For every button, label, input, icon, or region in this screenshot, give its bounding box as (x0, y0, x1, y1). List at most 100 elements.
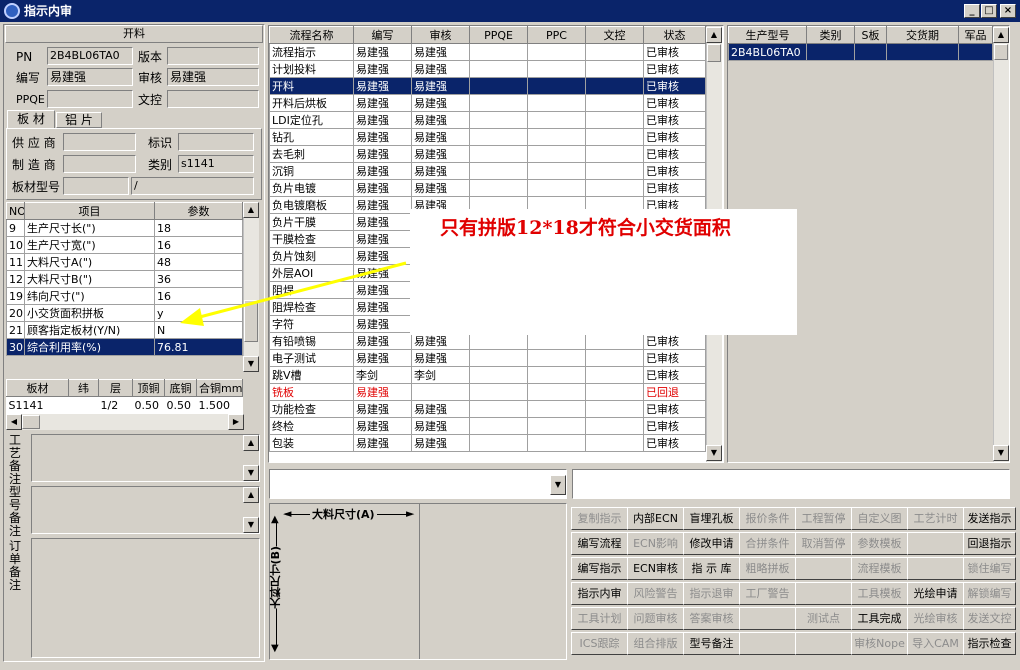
command-button[interactable] (795, 582, 852, 605)
flow-row[interactable]: 开料后烘板 易建强 易建强 已审核 (269, 94, 706, 112)
flow-row[interactable]: 铣板 易建强 已回退 (269, 383, 706, 401)
material-header-3[interactable]: 顶铜 (132, 379, 165, 397)
minimize-button[interactable]: _ (964, 4, 980, 18)
flow-row[interactable]: 包装 易建强 易建强 已审核 (269, 434, 706, 452)
command-button[interactable]: ECN审核 (627, 557, 684, 580)
param-header-item[interactable]: 项目 (24, 202, 155, 220)
material-scroll-thumb[interactable] (22, 415, 40, 429)
command-button[interactable] (795, 632, 852, 655)
tab-board[interactable]: 板 材 (7, 110, 55, 128)
flow-row[interactable]: 计划投料 易建强 易建强 已审核 (269, 60, 706, 78)
params-scroll-up[interactable]: ▲ (243, 202, 259, 218)
command-button[interactable]: 工厂警告 (739, 582, 796, 605)
command-button[interactable]: 型号备注 (683, 632, 740, 655)
command-button[interactable]: 内部ECN (627, 507, 684, 530)
command-button[interactable]: 指示退审 (683, 582, 740, 605)
order-scroll-down[interactable]: ▼ (993, 445, 1009, 461)
command-button[interactable]: 发送指示 (963, 507, 1016, 530)
command-button[interactable]: 指示内审 (571, 582, 628, 605)
command-button[interactable]: 复制指示 (571, 507, 628, 530)
version-field[interactable] (167, 47, 259, 65)
command-button[interactable]: 光绘申请 (907, 582, 964, 605)
command-button[interactable]: 指示检查 (963, 632, 1016, 655)
order-row[interactable]: 2B4BL06TA0 (728, 43, 993, 61)
command-button[interactable]: 指 示 库 (683, 557, 740, 580)
material-header-4[interactable]: 底铜 (164, 379, 197, 397)
material-header-5[interactable]: 合铜mm (196, 379, 243, 397)
order-scroll-thumb[interactable] (994, 44, 1008, 60)
command-button[interactable]: 解锁编写 (963, 582, 1016, 605)
params-scroll-down[interactable]: ▼ (243, 356, 259, 372)
command-button[interactable] (795, 557, 852, 580)
tab-aluminum[interactable]: 铝 片 (56, 112, 102, 128)
order-header-1[interactable]: 类别 (806, 26, 855, 44)
param-row[interactable]: 10 生产尺寸宽(") 16 (6, 236, 243, 254)
flow-row[interactable]: 终检 易建强 易建强 已审核 (269, 417, 706, 435)
param-row[interactable]: 30 综合利用率(%) 76.81 (6, 338, 243, 356)
close-button[interactable]: × (1000, 4, 1016, 18)
model-note-scroll-down[interactable]: ▼ (243, 517, 259, 533)
flow-header-5[interactable]: 文控 (585, 26, 644, 44)
command-button[interactable]: 编写流程 (571, 532, 628, 555)
command-button[interactable]: 编写指示 (571, 557, 628, 580)
model-field-2[interactable]: / (131, 177, 254, 195)
command-button[interactable] (907, 557, 964, 580)
command-button[interactable]: 光绘审核 (907, 607, 964, 630)
material-scroll-right[interactable]: ▶ (228, 414, 244, 430)
flow-row[interactable]: LDI定位孔 易建强 易建强 已审核 (269, 111, 706, 129)
flow-row[interactable]: 电子测试 易建强 易建强 已审核 (269, 349, 706, 367)
maximize-button[interactable]: □ (981, 4, 997, 18)
command-button[interactable]: 工程暂停 (795, 507, 852, 530)
command-button[interactable]: 盲埋孔板 (683, 507, 740, 530)
command-button[interactable] (739, 632, 796, 655)
material-header-2[interactable]: 层 (98, 379, 133, 397)
material-row[interactable]: S1141 1/2 0.50 0.50 1.500 (7, 397, 243, 414)
material-header-1[interactable]: 纬 (68, 379, 99, 397)
order-scrollbar[interactable] (993, 26, 1009, 462)
command-button[interactable]: 取消暂停 (795, 532, 852, 555)
command-button[interactable]: 组合排版 (627, 632, 684, 655)
material-hscroll[interactable] (6, 414, 244, 430)
flow-scroll-thumb[interactable] (707, 44, 721, 62)
command-button[interactable]: 流程模板 (851, 557, 908, 580)
model-note-box[interactable] (31, 486, 260, 534)
flow-row[interactable]: 有铅喷锡 易建强 易建强 已审核 (269, 332, 706, 350)
material-header-0[interactable]: 板材 (6, 379, 69, 397)
flow-header-1[interactable]: 编写 (353, 26, 412, 44)
command-button[interactable]: 回退指示 (963, 532, 1016, 555)
command-button[interactable]: 工具模板 (851, 582, 908, 605)
category-field[interactable]: s1141 (178, 155, 254, 173)
process-note-box[interactable] (31, 434, 260, 482)
command-button[interactable]: 发送文控 (963, 607, 1016, 630)
flow-header-3[interactable]: PPQE (469, 26, 528, 44)
command-button[interactable]: 工具完成 (851, 607, 908, 630)
flow-row[interactable]: 钻孔 易建强 易建强 已审核 (269, 128, 706, 146)
flow-header-0[interactable]: 流程名称 (269, 26, 354, 44)
param-header-value[interactable]: 参数 (154, 202, 243, 220)
bottom-combo[interactable] (269, 469, 567, 499)
param-row[interactable]: 9 生产尺寸长(") 18 (6, 219, 243, 237)
author-field[interactable]: 易建强 (47, 68, 133, 86)
mark-field[interactable] (178, 133, 254, 151)
maker-field[interactable] (63, 155, 136, 173)
order-header-4[interactable]: 军品 (958, 26, 993, 44)
command-button[interactable]: 修改申请 (683, 532, 740, 555)
process-note-scroll-up[interactable]: ▲ (243, 435, 259, 451)
bottom-combo-dropdown[interactable]: ▼ (550, 475, 566, 495)
ppqe-field[interactable] (47, 90, 133, 108)
order-header-2[interactable]: S板 (854, 26, 887, 44)
command-button[interactable]: 参数模板 (851, 532, 908, 555)
command-button[interactable]: 自定义图 (851, 507, 908, 530)
supplier-field[interactable] (63, 133, 136, 151)
command-button[interactable] (907, 532, 964, 555)
command-button[interactable]: 测试点 (795, 607, 852, 630)
model-note-scroll-up[interactable]: ▲ (243, 487, 259, 503)
flow-scroll-up[interactable]: ▲ (706, 27, 722, 43)
order-scroll-up[interactable]: ▲ (993, 27, 1009, 43)
command-button[interactable]: 工艺计时 (907, 507, 964, 530)
flow-header-6[interactable]: 状态 (643, 26, 706, 44)
command-button[interactable]: ICS跟踪 (571, 632, 628, 655)
order-header-0[interactable]: 生产型号 (728, 26, 807, 44)
flow-header-2[interactable]: 审核 (411, 26, 470, 44)
param-header-no[interactable]: NO (6, 202, 25, 220)
